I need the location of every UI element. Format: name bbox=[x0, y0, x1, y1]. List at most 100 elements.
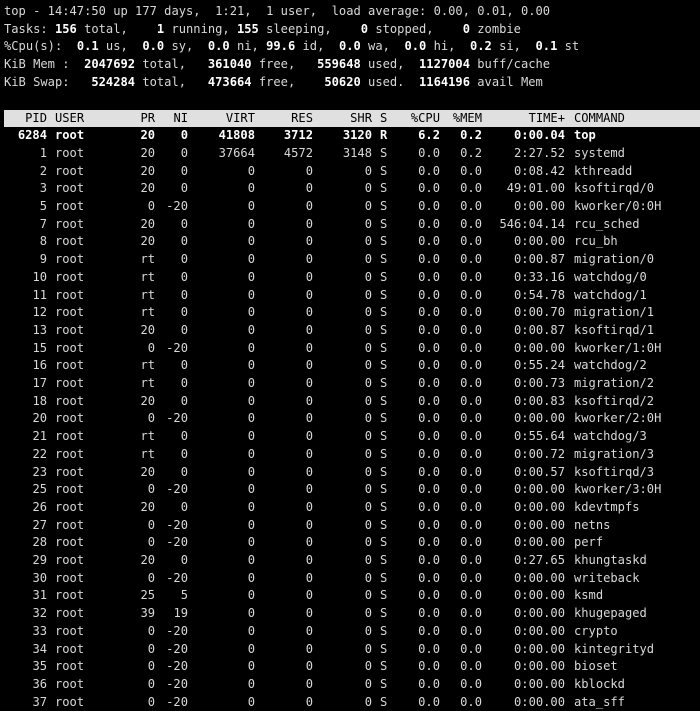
pr-cell: rt bbox=[140, 376, 155, 390]
process-row[interactable]: 10 root rt 0 0 0 0 S 0.0 0.0 0:33.16 watchdog/0 bbox=[0, 269, 700, 287]
cpu-cell: 0.0 bbox=[418, 446, 440, 461]
process-row[interactable]: 26 root 20 0 0 0 0 S 0.0 0.0 0:00.00 kdevtmpfs bbox=[0, 499, 700, 517]
col-time[interactable]: TIME+ bbox=[529, 110, 565, 128]
process-row[interactable]: 12 root rt 0 0 0 0 S 0.0 0.0 0:00.70 migration/1 bbox=[0, 304, 700, 322]
process-row[interactable]: 15 root 0 -20 0 0 0 S 0.0 0.0 0:00.00 kworker/1:0H bbox=[0, 340, 700, 358]
process-row[interactable]: 18 root 20 0 0 0 0 S 0.0 0.0 0:00.83 ksoftirqd/2 bbox=[0, 393, 700, 411]
col-user[interactable]: USER bbox=[55, 110, 84, 128]
state-cell: S bbox=[380, 163, 388, 178]
col-virt[interactable]: VIRT bbox=[226, 110, 255, 128]
process-row[interactable]: 13 root 20 0 0 0 0 S 0.0 0.0 0:00.87 ksoftirqd/1 bbox=[0, 322, 700, 340]
mem-cell: 0.2 bbox=[460, 145, 482, 160]
state-cell: S bbox=[380, 623, 388, 638]
process-row[interactable]: 6284 root 20 0 41808 3712 3120 R 6.2 0.2 0:00.04 to… bbox=[0, 127, 700, 145]
virt-cell: 0 bbox=[247, 322, 255, 337]
command-cell: khungtaskd bbox=[574, 553, 647, 567]
user-cell: root bbox=[55, 411, 85, 426]
process-row[interactable]: 36 root 0 -20 0 0 0 S 0.0 0.0 0:00.00 kblockd bbox=[0, 676, 700, 694]
virt-cell: 0 bbox=[247, 252, 255, 267]
ni-cell: -20 bbox=[166, 411, 188, 426]
virt-cell: 0 bbox=[247, 535, 255, 550]
swap-free: 473664 bbox=[207, 74, 252, 89]
process-row[interactable]: 8 root 20 0 0 0 0 S 0.0 0.0 0:00.00 rcu_bh bbox=[0, 233, 700, 251]
process-row[interactable]: 33 root 0 -20 0 0 0 S 0.0 0.0 0:00.00 crypto bbox=[0, 623, 700, 641]
state-cell: S bbox=[380, 676, 388, 691]
res-cell: 0 bbox=[305, 269, 313, 284]
col-mem[interactable]: %MEM bbox=[453, 110, 482, 128]
process-row[interactable]: 5 root 0 -20 0 0 0 S 0.0 0.0 0:00.00 kworker/0:0H bbox=[0, 198, 700, 216]
process-row[interactable]: 20 root 0 -20 0 0 0 S 0.0 0.0 0:00.00 kworker/2:0H bbox=[0, 410, 700, 428]
col-cpu[interactable]: %CPU bbox=[411, 110, 440, 128]
virt-cell: 0 bbox=[247, 464, 255, 479]
process-row[interactable]: 35 root 0 -20 0 0 0 S 0.0 0.0 0:00.00 bioset bbox=[0, 658, 700, 676]
res-cell: 0 bbox=[305, 517, 313, 532]
process-row[interactable]: 21 root rt 0 0 0 0 S 0.0 0.0 0:55.64 watchdog/3 bbox=[0, 428, 700, 446]
command-cell: watchdog/1 bbox=[574, 287, 647, 302]
col-s[interactable]: S bbox=[380, 110, 387, 128]
process-row[interactable]: 22 root rt 0 0 0 0 S 0.0 0.0 0:00.72 migration/3 bbox=[0, 446, 700, 464]
mem-cell: 0.0 bbox=[460, 588, 482, 603]
cpu-st: 0.1 bbox=[535, 39, 558, 54]
user-cell: root bbox=[55, 641, 85, 656]
pr-cell: 20 bbox=[140, 464, 155, 479]
cpu-cell: 0.0 bbox=[418, 393, 440, 408]
process-row[interactable]: 31 root 25 5 0 0 0 S 0.0 0.0 0:00.00 ksmd bbox=[0, 587, 700, 605]
mem-cell: 0.0 bbox=[460, 623, 482, 638]
process-row[interactable]: 1 root 20 0 37664 4572 3148 S 0.0 0.2 2:27.52 syste… bbox=[0, 145, 700, 163]
pid-cell: 36 bbox=[32, 676, 47, 691]
user-cell: root bbox=[55, 482, 85, 497]
command-cell: kworker/1:0H bbox=[574, 340, 662, 355]
process-row[interactable]: 30 root 0 -20 0 0 0 S 0.0 0.0 0:00.00 writeback bbox=[0, 570, 700, 588]
swap-line: KiB Swap: 524284 total, 473664 free, 506… bbox=[4, 74, 543, 89]
process-row[interactable]: 29 root 20 0 0 0 0 S 0.0 0.0 0:27.65 khungtaskd bbox=[0, 552, 700, 570]
virt-cell: 41808 bbox=[218, 128, 255, 143]
ni-cell: 0 bbox=[180, 464, 188, 479]
pid-cell: 18 bbox=[32, 393, 47, 408]
process-row[interactable]: 7 root 20 0 0 0 0 S 0.0 0.0 546:04.14 rcu_sched bbox=[0, 216, 700, 234]
time-cell: 0:00.87 bbox=[514, 322, 565, 337]
col-pr[interactable]: PR bbox=[140, 110, 155, 128]
virt-cell: 0 bbox=[247, 429, 255, 444]
state-cell: S bbox=[380, 199, 388, 213]
col-ni[interactable]: NI bbox=[173, 110, 188, 128]
cpu-cell: 0.0 bbox=[418, 623, 440, 638]
user-cell: root bbox=[55, 269, 85, 284]
command-cell: watchdog/2 bbox=[574, 358, 647, 373]
res-cell: 0 bbox=[305, 482, 313, 497]
command-cell: kdevtmpfs bbox=[574, 499, 640, 514]
process-row[interactable]: 34 root 0 -20 0 0 0 S 0.0 0.0 0:00.00 kintegrityd bbox=[0, 641, 700, 659]
state-cell: S bbox=[380, 464, 388, 479]
pr-cell: 0 bbox=[147, 535, 155, 550]
process-row[interactable]: 17 root rt 0 0 0 0 S 0.0 0.0 0:00.73 migration/2 bbox=[0, 375, 700, 393]
process-row[interactable]: 2 root 20 0 0 0 0 S 0.0 0.0 0:08.42 kthreadd bbox=[0, 163, 700, 181]
mem-cell: 0.2 bbox=[460, 128, 482, 143]
pid-cell: 31 bbox=[32, 588, 47, 603]
col-shr[interactable]: SHR bbox=[350, 110, 372, 128]
process-row[interactable]: 37 root 0 -20 0 0 0 S 0.0 0.0 0:00.00 ata_sff bbox=[0, 694, 700, 711]
res-cell: 4572 bbox=[283, 145, 313, 160]
col-pid[interactable]: PID bbox=[25, 110, 47, 128]
mem-free: 361040 bbox=[207, 57, 252, 72]
pr-cell: 20 bbox=[140, 322, 155, 337]
process-row[interactable]: 9 root rt 0 0 0 0 S 0.0 0.0 0:00.87 migration/0 bbox=[0, 251, 700, 269]
process-row[interactable]: 28 root 0 -20 0 0 0 S 0.0 0.0 0:00.00 perf bbox=[0, 534, 700, 552]
process-row[interactable]: 16 root rt 0 0 0 0 S 0.0 0.0 0:55.24 watchdog/2 bbox=[0, 357, 700, 375]
command-cell: top bbox=[574, 128, 596, 143]
process-row[interactable]: 25 root 0 -20 0 0 0 S 0.0 0.0 0:00.00 kworker/3:0H bbox=[0, 481, 700, 499]
time-cell: 0:00.00 bbox=[514, 659, 565, 674]
cpu-cell: 0.0 bbox=[418, 376, 440, 390]
process-row[interactable]: 11 root rt 0 0 0 0 S 0.0 0.0 0:54.78 watchdog/1 bbox=[0, 287, 700, 305]
user-cell: root bbox=[55, 234, 85, 249]
col-res[interactable]: RES bbox=[291, 110, 313, 128]
shr-cell: 0 bbox=[364, 234, 372, 249]
process-row[interactable]: 3 root 20 0 0 0 0 S 0.0 0.0 49:01.00 ksoftirqd/0 bbox=[0, 180, 700, 198]
res-cell: 0 bbox=[305, 570, 313, 585]
cpu-cell: 0.0 bbox=[418, 553, 440, 567]
col-command[interactable]: COMMAND bbox=[574, 110, 625, 128]
mem-cell: 0.0 bbox=[460, 181, 482, 196]
time-cell: 0:00.00 bbox=[514, 588, 565, 603]
process-row[interactable]: 23 root 20 0 0 0 0 S 0.0 0.0 0:00.57 ksoftirqd/3 bbox=[0, 464, 700, 482]
process-row[interactable]: 27 root 0 -20 0 0 0 S 0.0 0.0 0:00.00 netns bbox=[0, 517, 700, 535]
pr-cell: 20 bbox=[140, 181, 155, 196]
process-row[interactable]: 32 root 39 19 0 0 0 S 0.0 0.0 0:00.00 khugepaged bbox=[0, 605, 700, 623]
